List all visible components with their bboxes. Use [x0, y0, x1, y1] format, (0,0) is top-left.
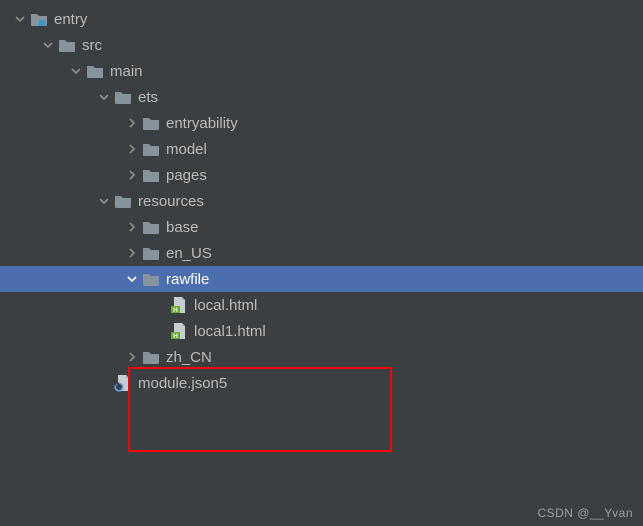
folder-icon [142, 270, 160, 288]
tree-row-base[interactable]: base [0, 214, 643, 240]
tree-row-resources[interactable]: resources [0, 188, 643, 214]
folder-icon [142, 348, 160, 366]
folder-icon [142, 114, 160, 132]
tree-item-label: zh_CN [166, 349, 212, 366]
tree-row-rawfile[interactable]: rawfile [0, 266, 643, 292]
chevron-down-icon[interactable] [12, 11, 28, 27]
tree-item-label: base [166, 219, 199, 236]
arrow-spacer [152, 323, 168, 339]
module-folder-icon [30, 10, 48, 28]
tree-item-label: entry [54, 11, 87, 28]
chevron-right-icon[interactable] [124, 141, 140, 157]
html-file-icon: H [170, 322, 188, 340]
svg-text:H: H [173, 333, 178, 340]
chevron-right-icon[interactable] [124, 245, 140, 261]
svg-text:H: H [173, 307, 178, 314]
tree-item-label: pages [166, 167, 207, 184]
tree-item-label: resources [138, 193, 204, 210]
folder-icon [142, 218, 160, 236]
chevron-down-icon[interactable] [68, 63, 84, 79]
tree-row-local1.html[interactable]: Hlocal1.html [0, 318, 643, 344]
chevron-down-icon[interactable] [124, 271, 140, 287]
watermark-text: CSDN @__Yvan [537, 506, 633, 520]
tree-row-entry[interactable]: entry [0, 6, 643, 32]
folder-icon [114, 192, 132, 210]
tree-item-label: ets [138, 89, 158, 106]
tree-item-label: module.json5 [138, 375, 227, 392]
chevron-right-icon[interactable] [124, 167, 140, 183]
tree-item-label: src [82, 37, 102, 54]
tree-row-entryability[interactable]: entryability [0, 110, 643, 136]
tree-row-local.html[interactable]: Hlocal.html [0, 292, 643, 318]
json5-file-icon [114, 374, 132, 392]
tree-item-label: main [110, 63, 143, 80]
tree-row-pages[interactable]: pages [0, 162, 643, 188]
arrow-spacer [96, 375, 112, 391]
tree-row-src[interactable]: src [0, 32, 643, 58]
tree-item-label: en_US [166, 245, 212, 262]
tree-row-ets[interactable]: ets [0, 84, 643, 110]
folder-icon [142, 140, 160, 158]
tree-row-module.json5[interactable]: module.json5 [0, 370, 643, 396]
tree-row-en_US[interactable]: en_US [0, 240, 643, 266]
tree-item-label: rawfile [166, 271, 209, 288]
tree-item-label: local.html [194, 297, 257, 314]
tree-item-label: model [166, 141, 207, 158]
chevron-right-icon[interactable] [124, 219, 140, 235]
chevron-right-icon[interactable] [124, 115, 140, 131]
chevron-down-icon[interactable] [40, 37, 56, 53]
tree-row-main[interactable]: main [0, 58, 643, 84]
chevron-down-icon[interactable] [96, 89, 112, 105]
project-file-tree[interactable]: entry srcmain ets entryability model pages res… [0, 0, 643, 396]
html-file-icon: H [170, 296, 188, 314]
folder-icon [86, 62, 104, 80]
chevron-right-icon[interactable] [124, 349, 140, 365]
folder-icon [142, 244, 160, 262]
folder-icon [58, 36, 76, 54]
tree-item-label: local1.html [194, 323, 266, 340]
tree-item-label: entryability [166, 115, 238, 132]
folder-icon [114, 88, 132, 106]
arrow-spacer [152, 297, 168, 313]
chevron-down-icon[interactable] [96, 193, 112, 209]
folder-icon [142, 166, 160, 184]
tree-row-model[interactable]: model [0, 136, 643, 162]
tree-row-zh_CN[interactable]: zh_CN [0, 344, 643, 370]
